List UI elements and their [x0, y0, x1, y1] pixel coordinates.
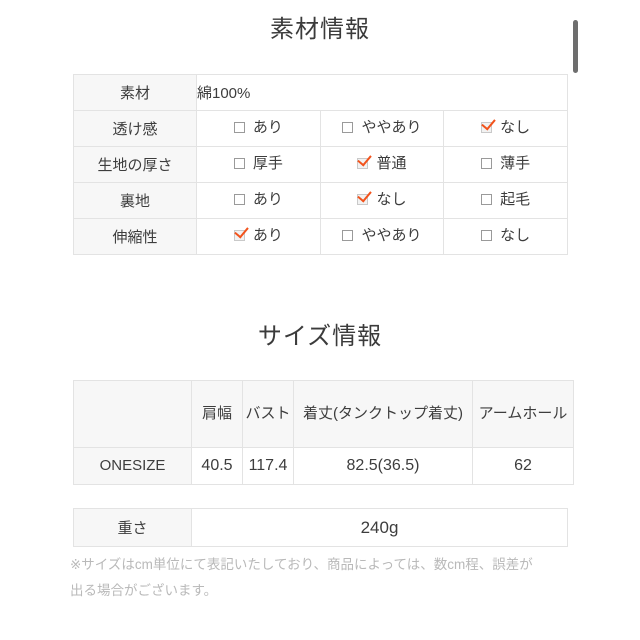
- checkbox-unchecked-icon[interactable]: [233, 194, 245, 205]
- thickness-option-usude[interactable]: 薄手: [443, 146, 568, 183]
- checkbox-unchecked-icon[interactable]: [481, 158, 493, 169]
- size-header-bust: バスト: [242, 380, 294, 448]
- thickness-option-futsuu[interactable]: 普通: [319, 146, 445, 183]
- lining-option-ari[interactable]: あり: [196, 182, 321, 219]
- checkbox-unchecked-icon[interactable]: [342, 230, 354, 241]
- lining-option-nashi[interactable]: なし: [319, 182, 445, 219]
- checkbox-unchecked-icon[interactable]: [481, 194, 493, 205]
- table-row: 生地の厚さ 厚手 普通 薄手: [73, 146, 568, 183]
- size-header-blank: [73, 380, 192, 448]
- sheerness-option-ari[interactable]: あり: [196, 110, 321, 147]
- checkbox-checked-icon[interactable]: [233, 230, 245, 241]
- material-composition-value: 綿100%: [196, 74, 568, 111]
- size-value-length: 82.5(36.5): [293, 447, 473, 485]
- weight-value: 240g: [191, 508, 568, 547]
- thickness-option-atsude[interactable]: 厚手: [196, 146, 321, 183]
- product-detail-page: 素材情報 素材 綿100% 透け感 あり ややあり なし 生地の厚さ 厚手 普通…: [0, 0, 640, 640]
- stretch-option-nashi[interactable]: なし: [443, 218, 568, 255]
- table-header-row: 肩幅 バスト 着丈(タンクトップ着丈) アームホール: [73, 380, 574, 448]
- lining-row-label: 裏地: [73, 182, 197, 219]
- thickness-row-label: 生地の厚さ: [73, 146, 197, 183]
- sheerness-option-yaya-ari[interactable]: ややあり: [319, 110, 445, 147]
- table-row: 重さ 240g: [73, 508, 568, 547]
- weight-label: 重さ: [73, 508, 192, 547]
- sheerness-option-nashi[interactable]: なし: [443, 110, 568, 147]
- checkbox-unchecked-icon[interactable]: [481, 230, 493, 241]
- size-row-name: ONESIZE: [73, 447, 192, 485]
- size-value-armhole: 62: [472, 447, 574, 485]
- checkbox-checked-icon[interactable]: [357, 158, 369, 169]
- size-value-bust: 117.4: [242, 447, 294, 485]
- table-row: 透け感 あり ややあり なし: [73, 110, 568, 147]
- table-row: 素材 綿100%: [73, 74, 568, 111]
- sheerness-row-label: 透け感: [73, 110, 197, 147]
- checkbox-checked-icon[interactable]: [481, 122, 493, 133]
- weight-table: 重さ 240g: [73, 508, 568, 547]
- material-row-label: 素材: [73, 74, 197, 111]
- note-line-1: ※サイズはcm単位にて表記いたしており、商品によっては、数cm程、誤差が: [70, 557, 533, 572]
- size-section-title: サイズ情報: [257, 323, 383, 350]
- size-header-length: 着丈(タンクトップ着丈): [293, 380, 473, 448]
- checkbox-unchecked-icon[interactable]: [342, 122, 354, 133]
- material-info-table: 素材 綿100% 透け感 あり ややあり なし 生地の厚さ 厚手 普通 薄手 裏…: [73, 74, 568, 255]
- size-value-shoulder: 40.5: [191, 447, 243, 485]
- table-row: 伸縮性 あり ややあり なし: [73, 218, 568, 255]
- lining-option-kimo[interactable]: 起毛: [443, 182, 568, 219]
- stretch-option-ari[interactable]: あり: [196, 218, 321, 255]
- checkbox-checked-icon[interactable]: [357, 194, 369, 205]
- vertical-scrollbar-track[interactable]: [572, 0, 580, 640]
- table-row: ONESIZE 40.5 117.4 82.5(36.5) 62: [73, 447, 574, 485]
- checkbox-unchecked-icon[interactable]: [233, 122, 245, 133]
- material-section-title: 素材情報: [270, 16, 370, 43]
- size-info-table: 肩幅 バスト 着丈(タンクトップ着丈) アームホール ONESIZE 40.5 …: [73, 380, 574, 485]
- size-header-armhole: アームホール: [472, 380, 574, 448]
- size-header-shoulder: 肩幅: [191, 380, 243, 448]
- table-row: 裏地 あり なし 起毛: [73, 182, 568, 219]
- stretch-row-label: 伸縮性: [73, 218, 197, 255]
- size-disclaimer-note: ※サイズはcm単位にて表記いたしており、商品によっては、数cm程、誤差が 出る場…: [70, 552, 578, 605]
- note-line-2: 出る場合がございます。: [70, 583, 218, 599]
- checkbox-unchecked-icon[interactable]: [233, 158, 245, 169]
- stretch-option-yaya-ari[interactable]: ややあり: [319, 218, 445, 255]
